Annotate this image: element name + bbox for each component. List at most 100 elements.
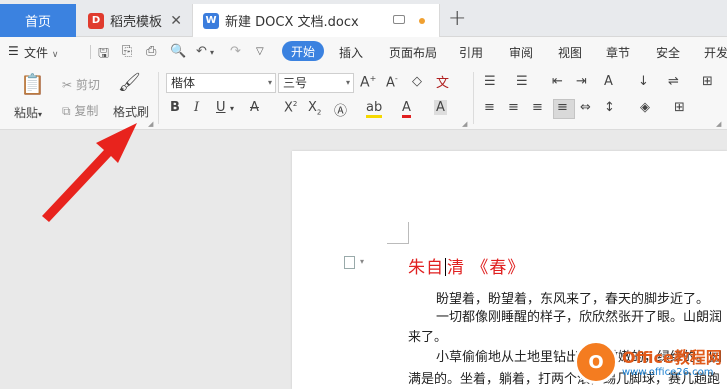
format-painter-icon[interactable]: 🖌 xyxy=(118,72,141,93)
hamburger-icon[interactable]: ☰ xyxy=(8,44,19,58)
undo-icon[interactable]: ↶ xyxy=(196,44,207,59)
highlight-icon[interactable]: ab xyxy=(366,100,383,118)
cut-label: 剪切 xyxy=(75,78,100,92)
bold-icon[interactable]: B xyxy=(170,100,180,115)
chevron-down-icon: ▾ xyxy=(267,78,272,87)
copy-button[interactable]: ⧉ 复制 xyxy=(62,102,98,119)
font-size-value: 三号 xyxy=(283,76,308,90)
menu-security[interactable]: 安全 xyxy=(656,44,680,61)
chevron-down-icon: ▾ xyxy=(38,110,43,119)
bullet-list-icon[interactable]: ☰ xyxy=(484,74,496,89)
office-logo-icon: O xyxy=(574,340,618,384)
print-icon[interactable]: ⎙ xyxy=(146,44,156,59)
menu-references[interactable]: 引用 xyxy=(459,44,483,61)
align-left-icon[interactable]: ≡ xyxy=(484,100,495,115)
italic-icon[interactable]: I xyxy=(194,100,199,115)
paste-icon[interactable]: 📋 xyxy=(20,72,45,96)
show-marks-icon[interactable]: ⇌ xyxy=(668,74,679,89)
paragraph-line: 一切都像刚睡醒的样子，欣欣然张开了眼。山朗润 xyxy=(436,310,723,325)
tab-bar: 首页 D 稻壳模板 ✕ W 新建 DOCX 文档.docx + xyxy=(0,0,727,37)
numbered-list-icon[interactable]: ☰ xyxy=(516,74,528,89)
paste-button[interactable]: 粘贴▾ xyxy=(14,104,42,121)
paste-label: 粘贴 xyxy=(14,106,39,120)
tab-home[interactable]: 首页 xyxy=(0,4,76,37)
customize-dropdown-icon[interactable]: ▽ xyxy=(256,46,264,57)
menu-review[interactable]: 审阅 xyxy=(509,44,533,61)
menu-start[interactable]: 开始 xyxy=(282,41,324,61)
borders-icon[interactable]: ⊞ xyxy=(674,100,685,115)
decrease-indent-icon[interactable]: ⇤ xyxy=(552,74,563,89)
menu-page-layout[interactable]: 页面布局 xyxy=(389,44,437,61)
print-preview-icon[interactable]: 🔍 xyxy=(170,44,186,59)
tab-home-label: 首页 xyxy=(24,15,51,30)
font-name-value: 楷体 xyxy=(171,76,196,90)
writer-doc-icon: W xyxy=(203,12,219,29)
menu-section[interactable]: 章节 xyxy=(606,44,630,61)
text-effect-icon[interactable]: Ⓐ xyxy=(334,100,347,119)
add-tab-button[interactable]: + xyxy=(448,6,466,31)
divider xyxy=(90,45,91,59)
tab-template[interactable]: D 稻壳模板 ✕ xyxy=(78,4,190,37)
format-painter-button[interactable]: 格式刷 xyxy=(113,103,149,120)
save-icon[interactable]: 🖫 xyxy=(98,44,109,66)
watermark-title: Office教程网 xyxy=(622,348,722,367)
title-text: 朱自 xyxy=(408,258,444,278)
tab-document-label: 新建 DOCX 文档.docx xyxy=(225,15,359,30)
menu-insert[interactable]: 插入 xyxy=(339,44,363,61)
crop-mark xyxy=(387,222,409,244)
shading-icon[interactable]: ◈ xyxy=(640,100,650,115)
document-icon[interactable] xyxy=(344,256,355,269)
font-name-select[interactable]: 楷体 ▾ xyxy=(166,73,276,93)
font-color-icon[interactable]: A xyxy=(402,100,411,118)
menu-developer[interactable]: 开发 xyxy=(704,44,727,61)
title-text: 清 《春》 xyxy=(447,258,526,278)
chinese-layout-icon[interactable]: A xyxy=(604,74,613,89)
chevron-down-icon[interactable]: ▾ xyxy=(230,104,234,113)
sort-icon[interactable]: ↓ xyxy=(638,74,649,89)
char-shading-icon[interactable]: A xyxy=(434,100,447,115)
unsaved-dot-icon xyxy=(419,18,425,24)
align-right-icon[interactable]: ≡ xyxy=(532,100,543,115)
grow-font-icon[interactable]: A+ xyxy=(360,74,376,91)
line-spacing-icon[interactable]: ↕ xyxy=(604,100,615,115)
distributed-icon[interactable]: ⇔ xyxy=(580,100,591,115)
font-size-select[interactable]: 三号 ▾ xyxy=(278,73,354,93)
divider xyxy=(473,72,474,124)
underline-icon[interactable]: U xyxy=(216,100,226,115)
menu-file[interactable]: 文件 ∨ xyxy=(24,44,58,61)
copy-icon: ⧉ xyxy=(62,104,71,118)
paragraph-line: 盼望着，盼望着，东风来了，春天的脚步近了。 xyxy=(436,292,710,307)
menu-bar: ☰ 文件 ∨ 🖫 ⎘ ⎙ 🔍 ↶ ▾ ↷ ▽ 开始 插入 页面布局 引用 审阅 … xyxy=(0,37,727,66)
watermark-url: www.office26.com xyxy=(622,367,714,378)
clear-format-icon[interactable]: ◇ xyxy=(412,74,422,89)
align-center-icon[interactable]: ≡ xyxy=(508,100,519,115)
subscript-icon[interactable]: X2 xyxy=(308,100,321,117)
pinyin-guide-icon[interactable]: 文 xyxy=(436,72,449,91)
launcher-icon[interactable]: ◢ xyxy=(148,120,153,128)
menu-file-label: 文件 xyxy=(24,46,49,60)
docer-logo-icon: D xyxy=(88,12,104,29)
cut-button[interactable]: ✂ 剪切 xyxy=(62,76,100,93)
scissors-icon: ✂ xyxy=(62,78,73,92)
menu-start-label: 开始 xyxy=(290,44,315,59)
export-pdf-icon[interactable]: ⎘ xyxy=(122,44,132,59)
launcher-icon[interactable]: ◢ xyxy=(462,120,467,128)
justify-icon[interactable]: ≡ xyxy=(557,100,568,115)
undo-dropdown-icon[interactable]: ▾ xyxy=(210,48,214,57)
superscript-icon[interactable]: X2 xyxy=(284,100,297,115)
text-cursor xyxy=(445,258,446,276)
launcher-icon[interactable]: ◢ xyxy=(716,120,721,128)
screen-icon[interactable] xyxy=(393,15,405,24)
tab-document[interactable]: W 新建 DOCX 文档.docx xyxy=(192,4,440,37)
close-icon[interactable]: ✕ xyxy=(170,13,182,29)
document-title-line[interactable]: 朱自清 《春》 xyxy=(408,253,525,278)
strikethrough-icon[interactable]: A xyxy=(250,100,259,115)
increase-indent-icon[interactable]: ⇥ xyxy=(576,74,587,89)
divider xyxy=(158,72,159,124)
table-icon[interactable]: ⊞ xyxy=(702,74,713,89)
chevron-down-icon[interactable]: ▾ xyxy=(360,257,364,266)
redo-icon[interactable]: ↷ xyxy=(230,44,241,59)
paragraph-line: 来了。 xyxy=(408,330,448,345)
menu-view[interactable]: 视图 xyxy=(558,44,582,61)
shrink-font-icon[interactable]: A- xyxy=(386,74,398,90)
